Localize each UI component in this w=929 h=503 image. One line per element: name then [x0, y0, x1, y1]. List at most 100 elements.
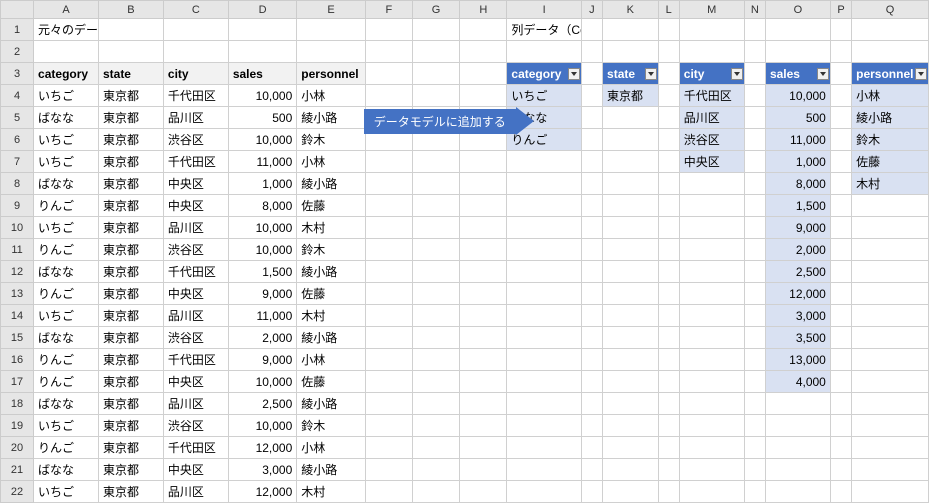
col-header-N[interactable]: N — [744, 1, 765, 19]
cell-F22[interactable] — [365, 481, 412, 503]
col-header-H[interactable]: H — [460, 1, 507, 19]
cell-K18[interactable] — [603, 393, 658, 415]
col-header-J[interactable]: J — [581, 1, 602, 19]
cell-H14[interactable] — [460, 305, 507, 327]
cell-M19[interactable] — [679, 415, 744, 437]
cell-H12[interactable] — [460, 261, 507, 283]
cell-E11[interactable]: 鈴木 — [297, 239, 365, 261]
cell-N20[interactable] — [744, 437, 765, 459]
cell-I17[interactable] — [507, 371, 581, 393]
col-header-M[interactable]: M — [679, 1, 744, 19]
cell-L9[interactable] — [658, 195, 679, 217]
cell-J5[interactable] — [581, 107, 602, 129]
cell-G18[interactable] — [412, 393, 459, 415]
cell-Q11[interactable] — [852, 239, 929, 261]
cell-B20[interactable]: 東京都 — [98, 437, 163, 459]
cell-P21[interactable] — [830, 459, 851, 481]
cell-N9[interactable] — [744, 195, 765, 217]
cell-F18[interactable] — [365, 393, 412, 415]
cell-G22[interactable] — [412, 481, 459, 503]
cell-Q20[interactable] — [852, 437, 929, 459]
cell-O13[interactable]: 12,000 — [765, 283, 830, 305]
cell-M9[interactable] — [679, 195, 744, 217]
cell-O2[interactable] — [765, 41, 830, 63]
cell-P2[interactable] — [830, 41, 851, 63]
cell-N17[interactable] — [744, 371, 765, 393]
cell-H3[interactable] — [460, 63, 507, 85]
cell-I14[interactable] — [507, 305, 581, 327]
cell-P15[interactable] — [830, 327, 851, 349]
cell-P12[interactable] — [830, 261, 851, 283]
row-header-10[interactable]: 10 — [1, 217, 34, 239]
cell-H19[interactable] — [460, 415, 507, 437]
cell-N11[interactable] — [744, 239, 765, 261]
cell-A19[interactable]: いちご — [34, 415, 99, 437]
cell-N19[interactable] — [744, 415, 765, 437]
cell-D3[interactable]: sales — [228, 63, 296, 85]
cell-P14[interactable] — [830, 305, 851, 327]
cell-A20[interactable]: りんご — [34, 437, 99, 459]
dropdown-icon[interactable] — [731, 68, 743, 80]
cell-G8[interactable] — [412, 173, 459, 195]
cell-A7[interactable]: いちご — [34, 151, 99, 173]
cell-D9[interactable]: 8,000 — [228, 195, 296, 217]
cell-P18[interactable] — [830, 393, 851, 415]
cell-F2[interactable] — [365, 41, 412, 63]
cell-F1[interactable] — [365, 19, 412, 41]
cell-F14[interactable] — [365, 305, 412, 327]
cell-F20[interactable] — [365, 437, 412, 459]
cell-K15[interactable] — [603, 327, 658, 349]
cell-L3[interactable] — [658, 63, 679, 85]
cell-H16[interactable] — [460, 349, 507, 371]
cell-D4[interactable]: 10,000 — [228, 85, 296, 107]
filter-header-city[interactable]: city — [679, 63, 744, 85]
cell-Q7[interactable]: 佐藤 — [852, 151, 929, 173]
cell-L2[interactable] — [658, 41, 679, 63]
cell-D13[interactable]: 9,000 — [228, 283, 296, 305]
cell-E20[interactable]: 小林 — [297, 437, 365, 459]
cell-F5[interactable]: データモデルに追加する — [365, 107, 412, 129]
cell-A6[interactable]: いちご — [34, 129, 99, 151]
cell-A9[interactable]: りんご — [34, 195, 99, 217]
cell-N8[interactable] — [744, 173, 765, 195]
cell-B16[interactable]: 東京都 — [98, 349, 163, 371]
cell-B10[interactable]: 東京都 — [98, 217, 163, 239]
cell-K21[interactable] — [603, 459, 658, 481]
cell-G7[interactable] — [412, 151, 459, 173]
cell-H8[interactable] — [460, 173, 507, 195]
cell-A11[interactable]: りんご — [34, 239, 99, 261]
cell-O11[interactable]: 2,000 — [765, 239, 830, 261]
cell-E3[interactable]: personnel — [297, 63, 365, 85]
cell-P22[interactable] — [830, 481, 851, 503]
cell-G3[interactable] — [412, 63, 459, 85]
cell-B15[interactable]: 東京都 — [98, 327, 163, 349]
cell-J15[interactable] — [581, 327, 602, 349]
cell-B22[interactable]: 東京都 — [98, 481, 163, 503]
cell-N12[interactable] — [744, 261, 765, 283]
cell-O20[interactable] — [765, 437, 830, 459]
cell-A18[interactable]: ばなな — [34, 393, 99, 415]
cell-O19[interactable] — [765, 415, 830, 437]
cell-L4[interactable] — [658, 85, 679, 107]
cell-F17[interactable] — [365, 371, 412, 393]
col-header-L[interactable]: L — [658, 1, 679, 19]
cell-C22[interactable]: 品川区 — [163, 481, 228, 503]
cell-C1[interactable] — [163, 19, 228, 41]
cell-B12[interactable]: 東京都 — [98, 261, 163, 283]
cell-Q19[interactable] — [852, 415, 929, 437]
cell-B13[interactable]: 東京都 — [98, 283, 163, 305]
cell-F12[interactable] — [365, 261, 412, 283]
cell-K2[interactable] — [603, 41, 658, 63]
cell-L12[interactable] — [658, 261, 679, 283]
cell-O18[interactable] — [765, 393, 830, 415]
row-header-21[interactable]: 21 — [1, 459, 34, 481]
cell-B21[interactable]: 東京都 — [98, 459, 163, 481]
cell-Q21[interactable] — [852, 459, 929, 481]
cell-K10[interactable] — [603, 217, 658, 239]
cell-N2[interactable] — [744, 41, 765, 63]
cell-P6[interactable] — [830, 129, 851, 151]
cell-Q4[interactable]: 小林 — [852, 85, 929, 107]
dropdown-icon[interactable] — [568, 68, 580, 80]
cell-Q8[interactable]: 木村 — [852, 173, 929, 195]
cell-M21[interactable] — [679, 459, 744, 481]
